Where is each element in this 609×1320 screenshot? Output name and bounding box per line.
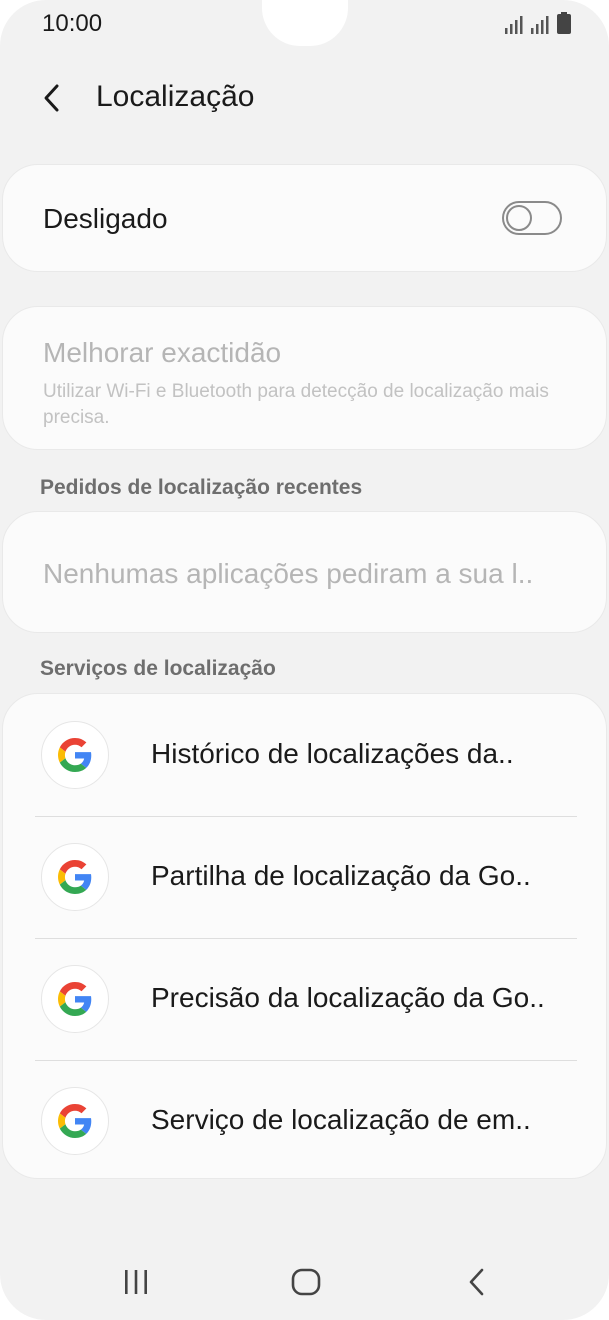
- home-icon: [291, 1268, 321, 1296]
- status-time: 10:00: [42, 10, 103, 37]
- recent-apps-button[interactable]: [111, 1262, 161, 1302]
- status-icons: [505, 12, 571, 34]
- service-item-history[interactable]: Histórico de localizações da..: [3, 694, 608, 816]
- chevron-left-icon: [44, 84, 59, 112]
- app-header: Localização: [0, 70, 609, 126]
- service-item-accuracy[interactable]: Precisão da localização da Go..: [3, 938, 608, 1060]
- navigation-bar: [0, 1246, 609, 1316]
- google-icon: [41, 1087, 109, 1155]
- back-button[interactable]: [30, 76, 74, 120]
- service-item-label: Histórico de localizações da..: [151, 738, 514, 769]
- improve-accuracy-title: Melhorar exactidão: [43, 337, 282, 368]
- phone-screen: 10:00 Localização Desligado Melhorar exa…: [0, 0, 609, 1320]
- home-button[interactable]: [281, 1262, 331, 1302]
- location-services-header: Serviços de localização: [40, 657, 276, 680]
- location-services-list: Histórico de localizações da.. Partilha …: [2, 693, 607, 1179]
- recent-apps-icon: [125, 1270, 147, 1294]
- location-switch[interactable]: [502, 201, 562, 235]
- status-bar: 10:00: [0, 0, 609, 52]
- service-item-label: Serviço de localização de em..: [151, 1104, 531, 1135]
- page-title: Localização: [96, 80, 255, 113]
- improve-accuracy-description: Utilizar Wi-Fi e Bluetooth para detecção…: [43, 381, 549, 428]
- service-item-emergency[interactable]: Serviço de localização de em..: [3, 1060, 608, 1182]
- back-icon: [469, 1268, 484, 1296]
- back-nav-button[interactable]: [452, 1262, 502, 1302]
- recent-requests-card: Nenhumas aplicações pediram a sua l..: [2, 511, 607, 633]
- location-toggle-label: Desligado: [43, 203, 168, 234]
- google-icon: [41, 965, 109, 1033]
- location-toggle-row[interactable]: Desligado: [2, 164, 607, 272]
- recent-requests-empty-text: Nenhumas aplicações pediram a sua l..: [43, 558, 534, 589]
- google-icon: [41, 721, 109, 789]
- service-item-label: Partilha de localização da Go..: [151, 860, 531, 891]
- signal-icon-2: [531, 16, 549, 34]
- recent-requests-header: Pedidos de localização recentes: [40, 476, 363, 499]
- battery-icon: [557, 12, 571, 34]
- switch-knob: [506, 205, 532, 231]
- google-icon: [41, 843, 109, 911]
- improve-accuracy-row: Melhorar exactidão Utilizar Wi-Fi e Blue…: [2, 306, 607, 450]
- service-item-label: Precisão da localização da Go..: [151, 982, 545, 1013]
- signal-icon: [505, 16, 523, 34]
- service-item-sharing[interactable]: Partilha de localização da Go..: [3, 816, 608, 938]
